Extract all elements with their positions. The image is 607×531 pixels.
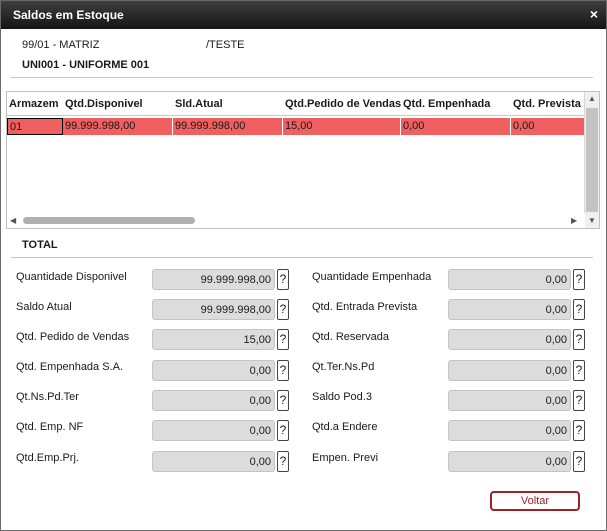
grid-header: Armazem Qtd.Disponivel Sld.Atual Qtd.Ped…: [7, 92, 585, 116]
horizontal-scrollbar[interactable]: ◀ ▶: [7, 213, 585, 228]
filial-label: /TESTE: [206, 39, 245, 51]
qtd-reservada-field[interactable]: 0,00: [448, 329, 571, 350]
help-icon[interactable]: ?: [573, 451, 585, 472]
stock-grid[interactable]: Armazem Qtd.Disponivel Sld.Atual Qtd.Ped…: [6, 91, 600, 229]
field-label: Qtd. Entrada Prevista: [312, 301, 418, 313]
close-icon[interactable]: ×: [590, 6, 598, 22]
field-label: Qt.Ns.Pd.Ter: [16, 391, 79, 403]
column-header-qtd-disponivel[interactable]: Qtd.Disponivel: [63, 92, 173, 115]
field-label: Quantidade Disponivel: [16, 271, 127, 283]
help-icon[interactable]: ?: [573, 360, 585, 381]
help-icon[interactable]: ?: [277, 390, 289, 411]
help-icon[interactable]: ?: [573, 299, 585, 320]
help-icon[interactable]: ?: [277, 329, 289, 350]
field-label: Saldo Atual: [16, 301, 72, 313]
qtd-pedido-vendas-field[interactable]: 15,00: [152, 329, 275, 350]
field-label: Empen. Previ: [312, 452, 379, 464]
qtd-empenhada-sa-field[interactable]: 0,00: [152, 360, 275, 381]
help-icon[interactable]: ?: [277, 269, 289, 290]
column-header-qtd-prevista[interactable]: Qtd. Prevista: [511, 92, 585, 115]
field-label: Saldo Pod.3: [312, 391, 372, 403]
help-icon[interactable]: ?: [277, 360, 289, 381]
table-cell[interactable]: 15,00: [283, 118, 401, 135]
saldo-pod3-field[interactable]: 0,00: [448, 390, 571, 411]
vertical-scrollbar[interactable]: ▲ ▼: [584, 92, 599, 228]
scroll-up-icon[interactable]: ▲: [588, 94, 596, 103]
help-icon[interactable]: ?: [277, 420, 289, 441]
field-label: Qtd. Reservada: [312, 331, 390, 343]
help-icon[interactable]: ?: [573, 269, 585, 290]
column-header-armazem[interactable]: Armazem: [7, 92, 63, 115]
window-title: Saldos em Estoque: [13, 8, 124, 22]
qtd-emp-nf-field[interactable]: 0,00: [152, 420, 275, 441]
scroll-right-icon[interactable]: ▶: [571, 216, 577, 225]
saldo-atual-field[interactable]: 99.999.998,00: [152, 299, 275, 320]
field-label: Qtd.a Endere: [312, 421, 378, 433]
qtd-entrada-prevista-field[interactable]: 0,00: [448, 299, 571, 320]
table-cell[interactable]: 0,00: [511, 118, 585, 135]
field-label: Quantidade Empenhada: [312, 271, 432, 283]
column-header-qtd-pedido-vendas[interactable]: Qtd.Pedido de Vendas: [283, 92, 401, 115]
qt-ter-ns-pd-field[interactable]: 0,00: [448, 360, 571, 381]
saldos-dialog: Saldos em Estoque × 99/01 - MATRIZ /TEST…: [0, 0, 607, 531]
divider: [11, 77, 593, 78]
help-icon[interactable]: ?: [573, 420, 585, 441]
vertical-scroll-thumb[interactable]: [586, 108, 598, 212]
table-cell[interactable]: 01: [7, 118, 63, 135]
horizontal-scroll-thumb[interactable]: [23, 217, 195, 224]
qt-ns-pd-ter-field[interactable]: 0,00: [152, 390, 275, 411]
field-label: Qtd.Emp.Prj.: [16, 452, 79, 464]
empen-previ-field[interactable]: 0,00: [448, 451, 571, 472]
help-icon[interactable]: ?: [277, 451, 289, 472]
qtd-a-endere-field[interactable]: 0,00: [448, 420, 571, 441]
product-title: UNI001 - UNIFORME 001: [22, 59, 150, 71]
field-label: Qtd. Empenhada S.A.: [16, 361, 124, 373]
column-header-qtd-empenhada[interactable]: Qtd. Empenhada: [401, 92, 511, 115]
quantidade-disponivel-field[interactable]: 99.999.998,00: [152, 269, 275, 290]
quantidade-empenhada-field[interactable]: 0,00: [448, 269, 571, 290]
help-icon[interactable]: ?: [573, 329, 585, 350]
table-cell[interactable]: 99.999.998,00: [173, 118, 283, 135]
field-label: Qt.Ter.Ns.Pd: [312, 361, 375, 373]
help-icon[interactable]: ?: [573, 390, 585, 411]
field-label: Qtd. Pedido de Vendas: [16, 331, 130, 343]
qtd-emp-prj-field[interactable]: 0,00: [152, 451, 275, 472]
title-bar[interactable]: Saldos em Estoque ×: [1, 1, 606, 29]
empresa-label: 99/01 - MATRIZ: [22, 39, 100, 51]
help-icon[interactable]: ?: [277, 299, 289, 320]
table-cell[interactable]: 0,00: [401, 118, 511, 135]
table-cell[interactable]: 99.999.998,00: [63, 118, 173, 135]
table-row[interactable]: 01 99.999.998,00 99.999.998,00 15,00 0,0…: [7, 118, 585, 135]
total-section-label: TOTAL: [22, 239, 58, 251]
scroll-left-icon[interactable]: ◀: [10, 216, 16, 225]
divider: [11, 257, 593, 258]
scroll-down-icon[interactable]: ▼: [588, 216, 596, 225]
column-header-sld-atual[interactable]: Sld.Atual: [173, 92, 283, 115]
voltar-button[interactable]: Voltar: [490, 491, 580, 511]
field-label: Qtd. Emp. NF: [16, 421, 84, 433]
